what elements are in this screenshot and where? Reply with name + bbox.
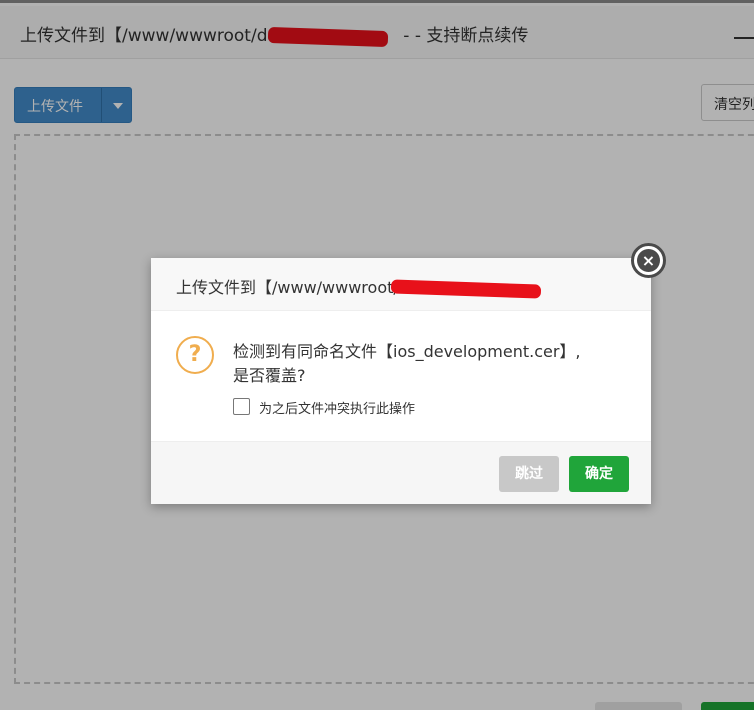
- dialog-title: 上传文件到【/www/wwwroot/d: [176, 278, 409, 297]
- dialog-message-line2: 是否覆盖?: [233, 366, 306, 385]
- question-icon-glyph: ?: [188, 342, 202, 367]
- skip-button[interactable]: 跳过: [499, 456, 559, 492]
- question-icon: ?: [176, 336, 214, 374]
- dialog-header: 上传文件到【/www/wwwroot/d: [151, 258, 651, 311]
- dialog-footer: 跳过 确定: [151, 441, 651, 504]
- dialog-close-button[interactable]: ×: [631, 243, 666, 278]
- file-conflict-dialog: 上传文件到【/www/wwwroot/d ? 检测到有同命名文件【ios_dev…: [151, 258, 651, 504]
- dialog-message-line1: 检测到有同命名文件【ios_development.cer】,: [233, 342, 581, 361]
- apply-to-all-checkbox[interactable]: [233, 398, 250, 415]
- redaction-mark: [390, 279, 542, 299]
- close-icon-glyph: ×: [641, 251, 656, 270]
- close-icon[interactable]: ×: [637, 249, 660, 272]
- apply-to-all-checkbox-label[interactable]: 为之后文件冲突执行此操作: [259, 398, 415, 417]
- confirm-button[interactable]: 确定: [569, 456, 629, 492]
